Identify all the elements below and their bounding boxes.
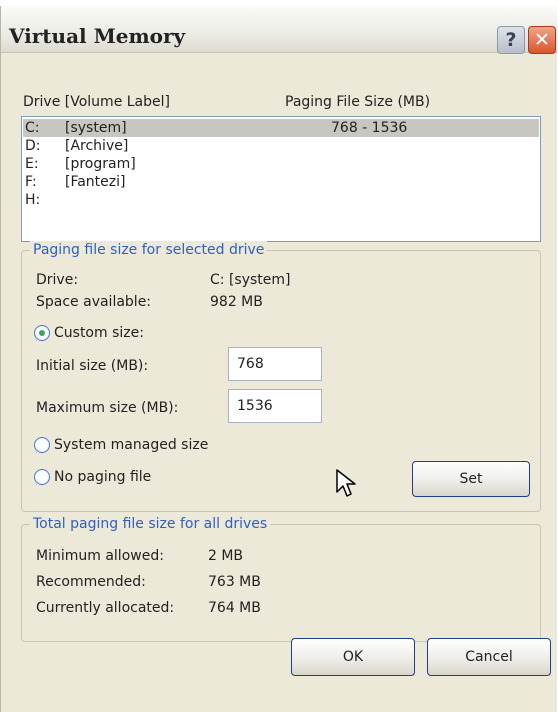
set-button[interactable]: Set — [412, 461, 530, 497]
radio-button-icon[interactable] — [34, 325, 50, 341]
custom-size-option[interactable]: Custom size: — [34, 325, 144, 341]
virtual-memory-dialog: Virtual Memory ? ✕ Drive [Volume Label] … — [0, 6, 557, 712]
group-title-totals: Total paging file size for all drives — [30, 515, 271, 533]
drive-row-c[interactable]: C: [system] 768 - 1536 — [23, 119, 539, 137]
close-icon: ✕ — [534, 29, 550, 51]
totals-group: Total paging file size for all drives Mi… — [21, 515, 541, 642]
minimum-allowed-value: 2 MB — [208, 548, 244, 564]
maximum-size-label: Maximum size (MB): — [36, 400, 179, 416]
drive-row-h[interactable]: H: — [23, 191, 539, 209]
drive-row-d[interactable]: D: [Archive] — [23, 137, 539, 155]
close-button[interactable]: ✕ — [528, 26, 556, 54]
column-header-drive: Drive [Volume Label] — [23, 94, 170, 110]
drive-letter: F: — [25, 174, 37, 190]
radio-button-icon[interactable] — [34, 469, 50, 485]
help-icon: ? — [505, 29, 517, 51]
drive-volume-label: [system] — [65, 120, 127, 136]
recommended-value: 763 MB — [208, 574, 261, 590]
drive-paging-size: 768 - 1536 — [331, 120, 408, 136]
radio-button-icon[interactable] — [34, 437, 50, 453]
title-bar[interactable]: Virtual Memory ? ✕ — [1, 6, 557, 54]
drive-volume-label: [program] — [65, 156, 136, 172]
help-button[interactable]: ? — [497, 26, 525, 54]
drive-volume-label: [Archive] — [65, 138, 129, 154]
no-paging-file-label: No paging file — [54, 469, 152, 485]
drive-letter: E: — [25, 156, 39, 172]
drive-row-f[interactable]: F: [Fantezi] — [23, 173, 539, 191]
initial-size-input[interactable]: 768 — [228, 347, 322, 381]
currently-allocated-label: Currently allocated: — [36, 600, 175, 616]
drive-row-e[interactable]: E: [program] — [23, 155, 539, 173]
system-managed-option[interactable]: System managed size — [34, 437, 208, 453]
drive-label: Drive: — [36, 272, 79, 288]
drive-letter: D: — [25, 138, 41, 154]
selected-drive-group: Paging file size for selected drive Driv… — [21, 241, 541, 512]
no-paging-file-option[interactable]: No paging file — [34, 469, 151, 485]
drive-letter: H: — [25, 192, 41, 208]
mouse-pointer-icon — [336, 469, 356, 497]
currently-allocated-value: 764 MB — [208, 600, 261, 616]
recommended-label: Recommended: — [36, 574, 146, 590]
column-header-paging-size: Paging File Size (MB) — [285, 94, 431, 110]
cancel-button[interactable]: Cancel — [427, 638, 551, 676]
drive-letter: C: — [25, 120, 40, 136]
ok-button[interactable]: OK — [291, 638, 415, 676]
group-title-selected-drive: Paging file size for selected drive — [30, 241, 268, 259]
initial-size-label: Initial size (MB): — [36, 358, 149, 374]
space-available-value: 982 MB — [210, 294, 263, 310]
minimum-allowed-label: Minimum allowed: — [36, 548, 164, 564]
drive-value: C: [system] — [210, 272, 291, 288]
custom-size-label: Custom size: — [54, 325, 144, 341]
space-available-label: Space available: — [36, 294, 152, 310]
drive-list[interactable]: C: [system] 768 - 1536 D: [Archive] E: [… — [21, 116, 541, 242]
system-managed-label: System managed size — [54, 437, 209, 453]
drive-volume-label: [Fantezi] — [65, 174, 126, 190]
maximum-size-input[interactable]: 1536 — [228, 389, 322, 423]
window-title: Virtual Memory — [9, 24, 186, 48]
